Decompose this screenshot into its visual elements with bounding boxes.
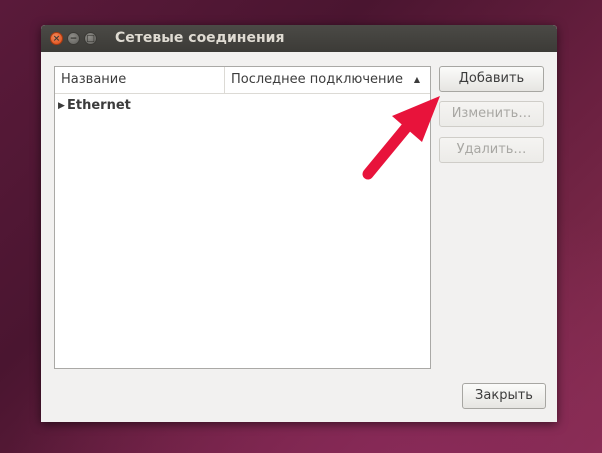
- column-header-last-used-label: Последнее подключение: [231, 72, 403, 87]
- window-maximize-button[interactable]: □: [84, 32, 97, 45]
- expander-arrow-icon[interactable]: ▶: [58, 95, 65, 117]
- column-header-last-used[interactable]: Последнее подключение ▲: [225, 67, 430, 93]
- edit-button[interactable]: Изменить…: [439, 101, 544, 127]
- add-button[interactable]: Добавить: [439, 66, 544, 92]
- column-header-name[interactable]: Название: [55, 67, 225, 93]
- window-title: Сетевые соединения: [115, 30, 285, 46]
- network-connections-window: × − □ Сетевые соединения Название Послед…: [41, 25, 557, 422]
- list-item-ethernet-group[interactable]: ▶ Ethernet: [55, 95, 430, 117]
- window-close-button[interactable]: ×: [50, 32, 63, 45]
- sort-ascending-icon: ▲: [413, 75, 420, 84]
- title-bar[interactable]: × − □ Сетевые соединения: [41, 25, 557, 52]
- connections-list[interactable]: Название Последнее подключение ▲ ▶ Ether…: [54, 66, 431, 369]
- window-minimize-button[interactable]: −: [67, 32, 80, 45]
- delete-button[interactable]: Удалить…: [439, 137, 544, 163]
- group-label: Ethernet: [67, 98, 131, 113]
- close-button[interactable]: Закрыть: [462, 383, 546, 409]
- list-header: Название Последнее подключение ▲: [55, 67, 430, 94]
